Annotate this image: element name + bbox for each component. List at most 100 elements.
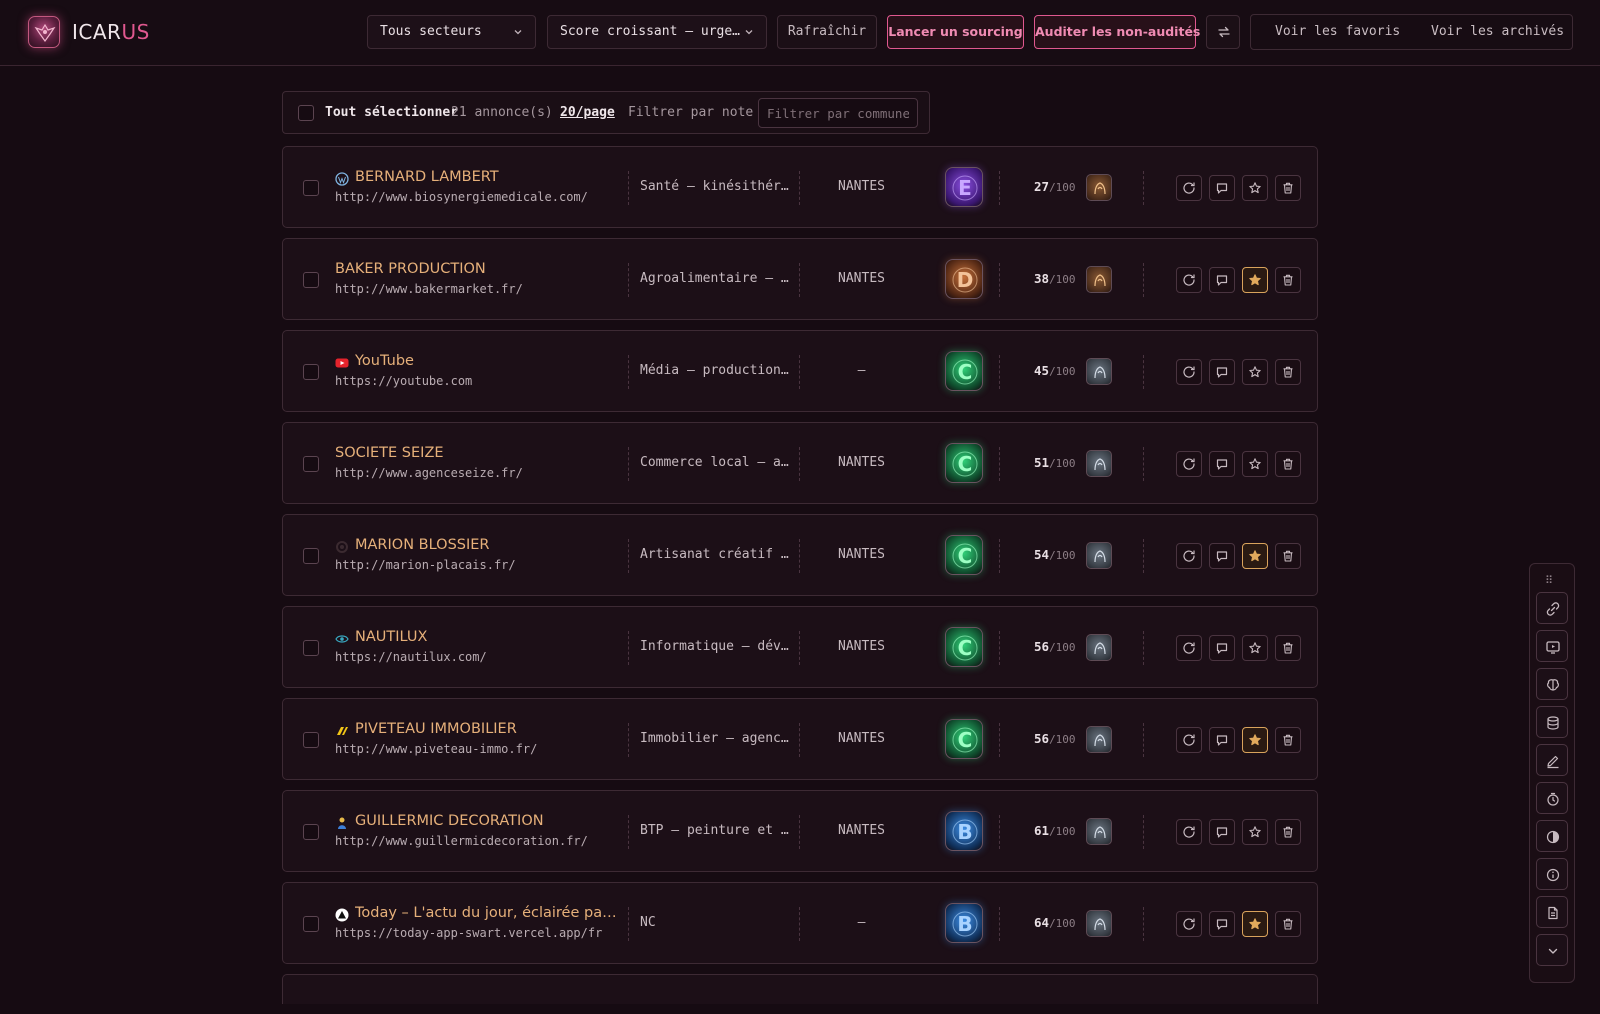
select-all-checkbox[interactable] — [298, 105, 314, 121]
delete-button[interactable] — [1275, 451, 1301, 477]
comment-button[interactable] — [1209, 359, 1235, 385]
company-url[interactable]: http://marion-placais.fr/ — [335, 558, 516, 572]
listing-row[interactable]: Today – L'actu du jour, éclairée par l'I… — [282, 882, 1318, 964]
reaudit-button[interactable] — [1176, 359, 1202, 385]
database-button[interactable] — [1536, 706, 1568, 738]
grade-badge-icon[interactable]: C — [945, 719, 983, 759]
row-checkbox[interactable] — [303, 272, 319, 288]
row-checkbox[interactable] — [303, 548, 319, 564]
row-checkbox[interactable] — [303, 180, 319, 196]
company-url[interactable]: http://www.bakermarket.fr/ — [335, 282, 523, 296]
favorite-button[interactable] — [1242, 543, 1268, 569]
company-name[interactable]: NAUTILUX — [355, 629, 427, 645]
filter-by-note-button[interactable]: Filtrer par note — [628, 105, 753, 120]
company-url[interactable]: https://nautilux.com/ — [335, 650, 487, 664]
contrast-button[interactable] — [1536, 820, 1568, 852]
row-checkbox[interactable] — [303, 364, 319, 380]
company-url[interactable]: http://www.guillermicdecoration.fr/ — [335, 834, 588, 848]
reaudit-button[interactable] — [1176, 635, 1202, 661]
reaudit-button[interactable] — [1176, 819, 1202, 845]
favorite-button[interactable] — [1242, 267, 1268, 293]
grade-badge-icon[interactable]: B — [945, 903, 983, 943]
listing-row[interactable]: GUILLERMIC DECORATION http://www.guiller… — [282, 790, 1318, 872]
delete-button[interactable] — [1275, 543, 1301, 569]
reaudit-button[interactable] — [1176, 267, 1202, 293]
company-name[interactable]: GUILLERMIC DECORATION — [355, 813, 544, 829]
info-button[interactable] — [1536, 858, 1568, 890]
view-favorites-button[interactable]: Voir les favoris — [1275, 24, 1400, 39]
delete-button[interactable] — [1275, 911, 1301, 937]
screen-button[interactable] — [1536, 630, 1568, 662]
row-checkbox[interactable] — [303, 640, 319, 656]
listing-row[interactable]: BAKER PRODUCTION http://www.bakermarket.… — [282, 238, 1318, 320]
reaudit-button[interactable] — [1176, 451, 1202, 477]
company-url[interactable]: http://www.biosynergiemedicale.com/ — [335, 190, 588, 204]
comment-button[interactable] — [1209, 267, 1235, 293]
company-name[interactable]: BAKER PRODUCTION — [335, 261, 486, 277]
reaudit-button[interactable] — [1176, 175, 1202, 201]
listing-row[interactable]: YouTube https://youtube.com Média — prod… — [282, 330, 1318, 412]
collapse-dock-button[interactable] — [1536, 934, 1568, 966]
sector-select[interactable]: Tous secteurs — [367, 15, 536, 49]
company-url[interactable]: https://today-app-swart.vercel.app/fr — [335, 926, 602, 940]
reaudit-button[interactable] — [1176, 543, 1202, 569]
company-url[interactable]: http://www.agenceseize.fr/ — [335, 466, 523, 480]
favorite-button[interactable] — [1242, 727, 1268, 753]
delete-button[interactable] — [1275, 727, 1301, 753]
view-archived-button[interactable]: Voir les archivés — [1431, 24, 1564, 39]
grade-badge-icon[interactable]: C — [945, 351, 983, 391]
document-button[interactable] — [1536, 896, 1568, 928]
company-name[interactable]: PIVETEAU IMMOBILIER — [355, 721, 517, 737]
row-checkbox[interactable] — [303, 456, 319, 472]
commune-filter-input[interactable] — [758, 98, 918, 128]
grade-badge-icon[interactable]: B — [945, 811, 983, 851]
delete-button[interactable] — [1275, 359, 1301, 385]
listing-row[interactable]: NAUTILUX https://nautilux.com/ Informati… — [282, 606, 1318, 688]
grade-badge-icon[interactable]: D — [945, 259, 983, 299]
delete-button[interactable] — [1275, 819, 1301, 845]
company-url[interactable]: https://youtube.com — [335, 374, 472, 388]
listing-row[interactable]: SOCIETE SEIZE http://www.agenceseize.fr/… — [282, 422, 1318, 504]
favorite-button[interactable] — [1242, 911, 1268, 937]
launch-sourcing-button[interactable]: Lancer un sourcing — [887, 15, 1024, 49]
row-checkbox[interactable] — [303, 732, 319, 748]
favorite-button[interactable] — [1242, 451, 1268, 477]
favorite-button[interactable] — [1242, 635, 1268, 661]
listing-row[interactable]: MARION BLOSSIER http://marion-placais.fr… — [282, 514, 1318, 596]
delete-button[interactable] — [1275, 635, 1301, 661]
favorite-button[interactable] — [1242, 819, 1268, 845]
edit-button[interactable] — [1536, 744, 1568, 776]
link-button[interactable] — [1536, 592, 1568, 624]
delete-button[interactable] — [1275, 175, 1301, 201]
delete-button[interactable] — [1275, 267, 1301, 293]
comment-button[interactable] — [1209, 635, 1235, 661]
row-checkbox[interactable] — [303, 824, 319, 840]
company-name[interactable]: MARION BLOSSIER — [355, 537, 490, 553]
drag-handle-icon[interactable]: ⠿ — [1545, 574, 1553, 587]
company-name[interactable]: YouTube — [355, 353, 414, 369]
grade-badge-icon[interactable]: C — [945, 627, 983, 667]
comment-button[interactable] — [1209, 727, 1235, 753]
reaudit-button[interactable] — [1176, 727, 1202, 753]
favorite-button[interactable] — [1242, 359, 1268, 385]
comment-button[interactable] — [1209, 175, 1235, 201]
listing-row[interactable]: BERNARD LAMBERT http://www.biosynergieme… — [282, 146, 1318, 228]
comment-button[interactable] — [1209, 911, 1235, 937]
audit-unaudited-button[interactable]: Auditer les non-audités — [1034, 15, 1200, 49]
grade-badge-icon[interactable]: E — [945, 167, 983, 207]
grade-badge-icon[interactable]: C — [945, 535, 983, 575]
row-checkbox[interactable] — [303, 916, 319, 932]
per-page-link[interactable]: 20/page — [560, 105, 615, 120]
comment-button[interactable] — [1209, 819, 1235, 845]
listing-row[interactable]: PIVETEAU IMMOBILIER http://www.piveteau-… — [282, 698, 1318, 780]
favorite-button[interactable] — [1242, 175, 1268, 201]
sync-button[interactable] — [1206, 15, 1240, 49]
company-name[interactable]: Today – L'actu du jour, éclairée par l'I… — [355, 905, 617, 921]
comment-button[interactable] — [1209, 543, 1235, 569]
select-all-label[interactable]: Tout sélectionner — [325, 105, 458, 120]
company-name[interactable]: BERNARD LAMBERT — [355, 169, 499, 185]
company-name[interactable]: SOCIETE SEIZE — [335, 445, 444, 461]
icarus-logo-icon[interactable] — [28, 16, 60, 48]
sort-select[interactable]: Score croissant — urge… — [547, 15, 767, 49]
reaudit-button[interactable] — [1176, 911, 1202, 937]
